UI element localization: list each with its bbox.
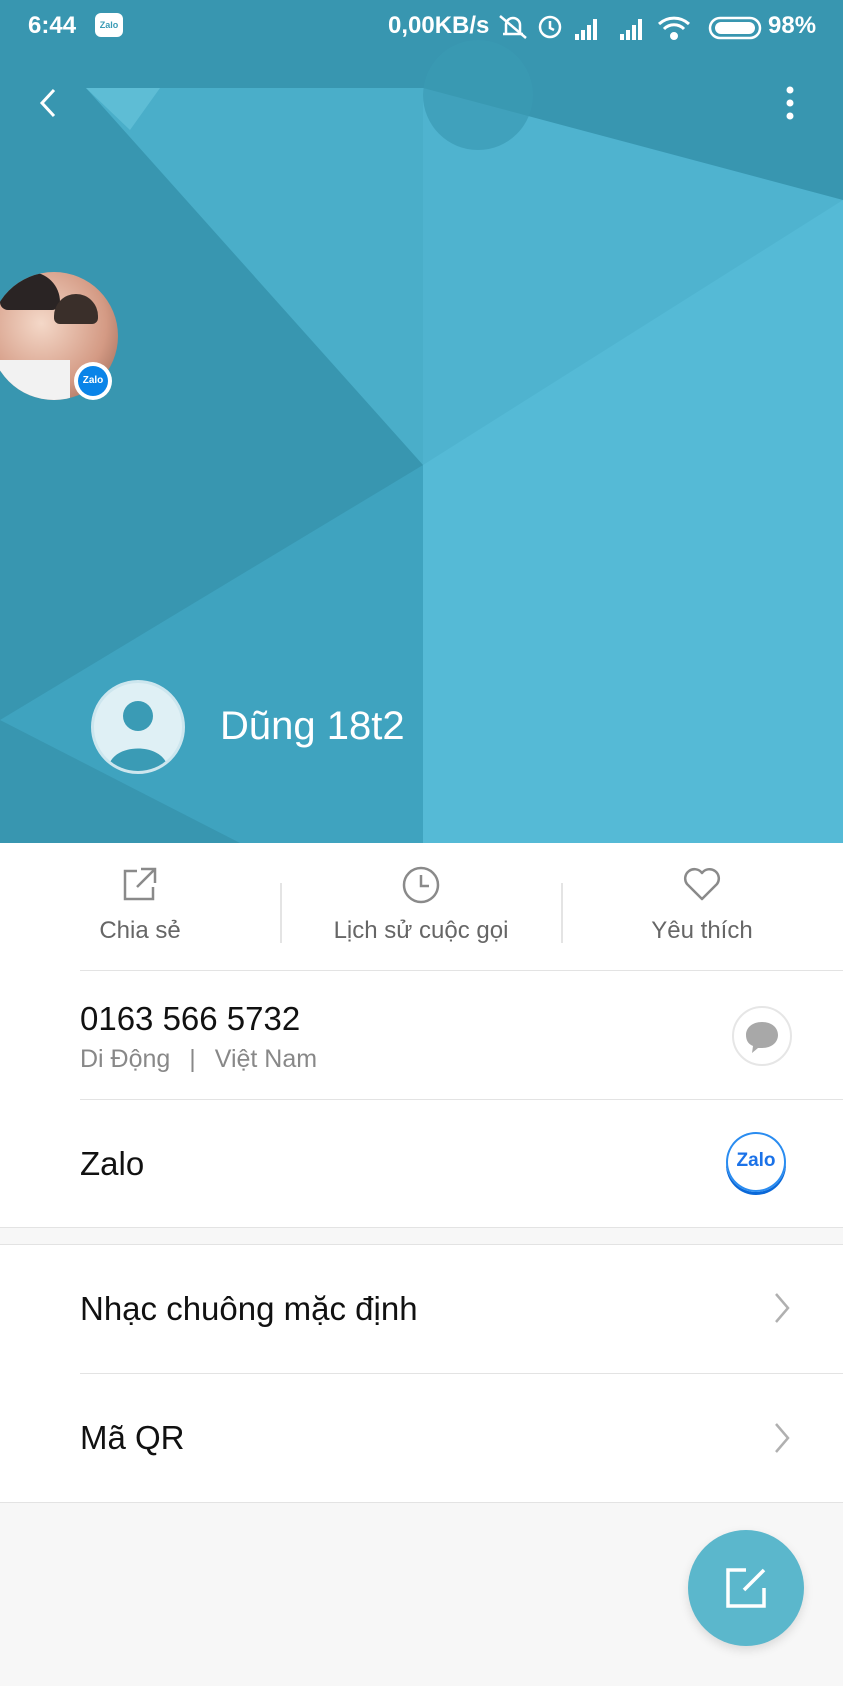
contact-avatar[interactable]: [91, 680, 185, 774]
share-label: Chia sẻ: [99, 917, 181, 944]
ringtone-label: Nhạc chuông mặc định: [80, 1290, 418, 1327]
muted-bell-icon: [499, 15, 527, 39]
phone-region: Việt Nam: [214, 1045, 318, 1073]
contact-name: Dũng 18t2: [220, 704, 405, 748]
share-action[interactable]: Chia sẻ: [0, 843, 280, 971]
action-bar: Chia sẻ Lịch sử cuộc gọi Yêu thích: [0, 843, 843, 971]
network-speed: 0,00KB/s: [388, 12, 490, 39]
more-options-button[interactable]: [770, 80, 810, 126]
phone-separator: |: [189, 1045, 196, 1073]
battery-percentage: 98%: [768, 12, 817, 39]
wifi-icon: [657, 16, 691, 40]
zalo-app-button[interactable]: Zalo: [726, 1132, 786, 1192]
zalo-notification-icon: Zalo: [95, 13, 123, 37]
favorite-action[interactable]: Yêu thích: [562, 843, 842, 971]
divider: [80, 1373, 843, 1374]
chevron-right-icon: [775, 1293, 790, 1323]
alarm-icon: [538, 15, 562, 39]
favorite-label: Yêu thích: [651, 917, 753, 944]
share-icon: [123, 867, 157, 901]
chevron-left-icon: [39, 88, 56, 118]
divider: [0, 1244, 843, 1245]
status-icons: [495, 10, 765, 51]
signal-icon: [620, 19, 642, 40]
heart-icon: [684, 868, 720, 901]
zalo-badge-text: Zalo: [78, 366, 108, 396]
back-button[interactable]: [30, 80, 70, 126]
zalo-label: Zalo: [80, 1145, 145, 1182]
qr-code-label: Mã QR: [80, 1419, 185, 1456]
edit-contact-button[interactable]: [688, 1530, 804, 1646]
zalo-badge-icon: Zalo: [74, 362, 112, 400]
call-history-action[interactable]: Lịch sử cuộc gọi: [281, 843, 561, 971]
contact-header: 6:44 Zalo 0,00KB/s 98% Zalo Dũng 18t2: [0, 0, 843, 843]
divider: [80, 1099, 843, 1100]
more-vertical-icon: [786, 86, 794, 120]
phone-type: Di Động: [80, 1045, 171, 1073]
edit-icon: [726, 1568, 766, 1608]
divider: [0, 1502, 843, 1503]
message-bubble-icon: [746, 1022, 778, 1053]
signal-icon: [575, 19, 597, 40]
phone-details: Di Động | Việt Nam: [80, 1045, 317, 1074]
send-message-button[interactable]: [732, 1006, 792, 1066]
call-history-label: Lịch sử cuộc gọi: [333, 917, 509, 944]
divider: [0, 1227, 843, 1228]
status-time: 6:44: [28, 12, 77, 39]
zalo-app-icon: Zalo: [736, 1150, 776, 1171]
phone-number[interactable]: 0163 566 5732: [80, 1000, 300, 1038]
chevron-right-icon: [775, 1423, 790, 1453]
clock-icon: [402, 866, 440, 904]
person-icon: [108, 701, 168, 771]
status-bar: 6:44 Zalo 0,00KB/s 98%: [0, 0, 843, 54]
battery-icon: [708, 16, 762, 40]
divider: [80, 970, 843, 971]
